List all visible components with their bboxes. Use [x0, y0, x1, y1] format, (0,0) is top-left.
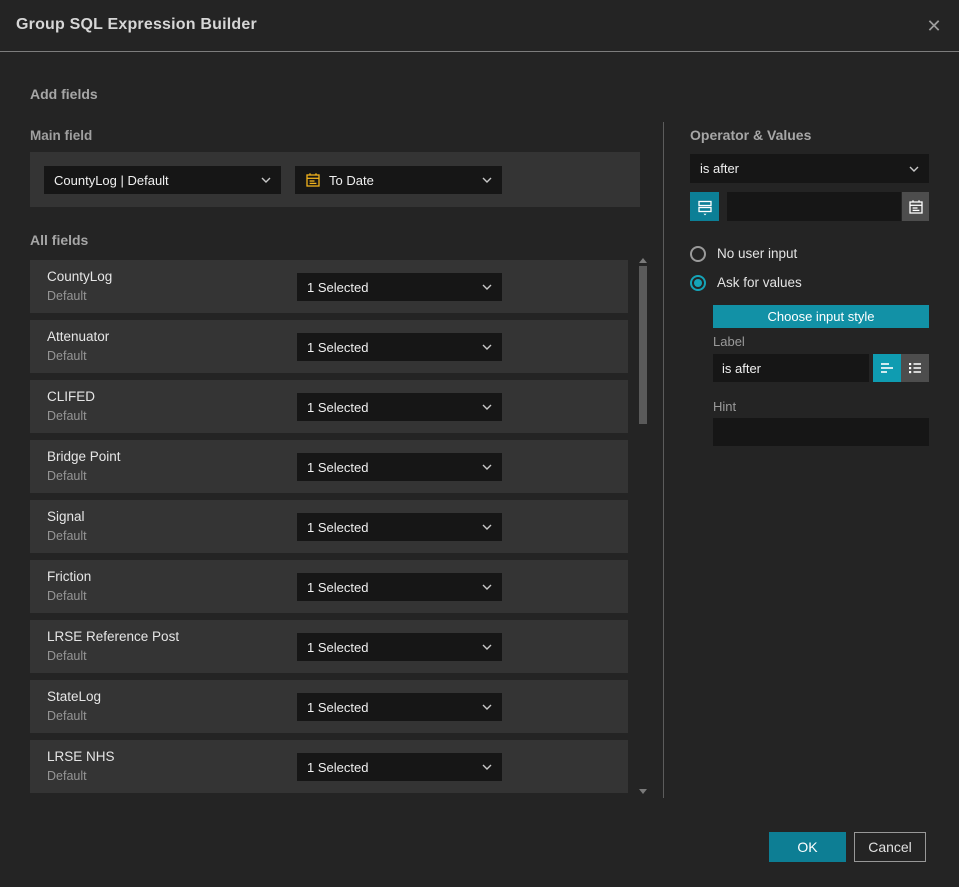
field-subtitle: Default — [47, 289, 87, 303]
chevron-down-icon — [482, 524, 492, 530]
field-row: CountyLog Default 1 Selected — [30, 260, 628, 313]
align-left-icon[interactable] — [873, 354, 901, 382]
field-selected-dropdown[interactable]: 1 Selected — [297, 693, 502, 721]
close-icon[interactable]: ✕ — [921, 13, 947, 39]
field-selected-dropdown[interactable]: 1 Selected — [297, 453, 502, 481]
all-fields-list: CountyLog Default 1 Selected Attenuator … — [30, 260, 628, 800]
main-field-panel: CountyLog | Default To Date — [30, 152, 640, 207]
field-subtitle: Default — [47, 469, 87, 483]
field-selected-count: 1 Selected — [307, 459, 369, 475]
field-subtitle: Default — [47, 709, 87, 723]
field-row: Friction Default 1 Selected — [30, 560, 628, 613]
radio-icon[interactable] — [690, 274, 706, 291]
scroll-down-arrow-icon[interactable] — [639, 789, 647, 794]
main-field-select-value: CountyLog | Default — [54, 172, 169, 188]
field-name: LRSE NHS — [47, 749, 115, 764]
chevron-down-icon — [482, 177, 492, 183]
field-name: CountyLog — [47, 269, 113, 284]
field-selected-count: 1 Selected — [307, 699, 369, 715]
radio-ask-for-values[interactable]: Ask for values — [690, 274, 802, 291]
list-scrollbar[interactable] — [636, 256, 650, 796]
label-input[interactable] — [713, 354, 869, 382]
chevron-down-icon — [482, 764, 492, 770]
field-selected-dropdown[interactable]: 1 Selected — [297, 573, 502, 601]
field-row: Attenuator Default 1 Selected — [30, 320, 628, 373]
field-selected-count: 1 Selected — [307, 639, 369, 655]
ok-button[interactable]: OK — [769, 832, 846, 862]
choose-input-style-button[interactable]: Choose input style — [713, 305, 929, 328]
field-selected-count: 1 Selected — [307, 339, 369, 355]
field-selected-count: 1 Selected — [307, 519, 369, 535]
field-selected-dropdown[interactable]: 1 Selected — [297, 753, 502, 781]
field-subtitle: Default — [47, 529, 87, 543]
field-selected-count: 1 Selected — [307, 279, 369, 295]
main-field-date-select[interactable]: To Date — [295, 166, 502, 194]
chevron-down-icon — [482, 404, 492, 410]
field-selected-dropdown[interactable]: 1 Selected — [297, 273, 502, 301]
field-row: CLIFED Default 1 Selected — [30, 380, 628, 433]
group-sql-expression-builder-dialog: { "window": { "title": "Group SQL Expres… — [0, 0, 959, 887]
field-selected-count: 1 Selected — [307, 399, 369, 415]
field-row: LRSE Reference Post Default 1 Selected — [30, 620, 628, 673]
main-field-label: Main field — [30, 128, 93, 143]
hint-input[interactable] — [713, 418, 929, 446]
field-row: Bridge Point Default 1 Selected — [30, 440, 628, 493]
label-caption: Label — [713, 334, 745, 349]
field-row: LRSE NHS Default 1 Selected — [30, 740, 628, 793]
radio-icon[interactable] — [690, 245, 706, 262]
radio-ask-for-values-label: Ask for values — [717, 275, 802, 290]
field-subtitle: Default — [47, 409, 87, 423]
scrollbar-thumb[interactable] — [639, 266, 647, 424]
main-field-date-select-value: To Date — [329, 172, 374, 188]
chevron-down-icon — [482, 644, 492, 650]
value-input[interactable] — [727, 192, 901, 221]
field-row: StateLog Default 1 Selected — [30, 680, 628, 733]
radio-no-user-input-label: No user input — [717, 246, 798, 261]
chevron-down-icon — [261, 177, 271, 183]
add-fields-heading: Add fields — [30, 86, 98, 102]
field-name: StateLog — [47, 689, 102, 704]
chevron-down-icon — [482, 344, 492, 350]
field-name: CLIFED — [47, 389, 96, 404]
hint-caption: Hint — [713, 399, 737, 414]
chevron-down-icon — [482, 584, 492, 590]
field-selected-count: 1 Selected — [307, 579, 369, 595]
operator-select-value: is after — [700, 161, 740, 176]
panel-divider — [663, 122, 664, 798]
chevron-down-icon — [482, 284, 492, 290]
bullet-list-icon[interactable] — [901, 354, 929, 382]
input-style-icon[interactable] — [690, 192, 719, 221]
field-selected-dropdown[interactable]: 1 Selected — [297, 633, 502, 661]
dialog-title: Group SQL Expression Builder — [16, 16, 257, 33]
chevron-down-icon — [482, 464, 492, 470]
operator-select[interactable]: is after — [690, 154, 929, 183]
field-selected-dropdown[interactable]: 1 Selected — [297, 393, 502, 421]
scroll-up-arrow-icon[interactable] — [639, 258, 647, 263]
chevron-down-icon — [482, 704, 492, 710]
field-subtitle: Default — [47, 349, 87, 363]
field-selected-dropdown[interactable]: 1 Selected — [297, 333, 502, 361]
all-fields-heading: All fields — [30, 232, 89, 248]
field-subtitle: Default — [47, 769, 87, 783]
field-name: Signal — [47, 509, 85, 524]
operator-values-heading: Operator & Values — [690, 127, 812, 143]
field-subtitle: Default — [47, 589, 87, 603]
field-name: Bridge Point — [47, 449, 121, 464]
field-subtitle: Default — [47, 649, 87, 663]
main-field-select[interactable]: CountyLog | Default — [44, 166, 281, 194]
field-name: LRSE Reference Post — [47, 629, 180, 644]
cancel-button[interactable]: Cancel — [854, 832, 926, 862]
calendar-icon[interactable] — [902, 192, 929, 221]
calendar-icon — [305, 172, 321, 188]
radio-no-user-input[interactable]: No user input — [690, 245, 797, 262]
field-row: Signal Default 1 Selected — [30, 500, 628, 553]
chevron-down-icon — [909, 166, 919, 172]
field-name: Friction — [47, 569, 92, 584]
field-selected-dropdown[interactable]: 1 Selected — [297, 513, 502, 541]
field-name: Attenuator — [47, 329, 110, 344]
title-bar: Group SQL Expression Builder ✕ — [0, 0, 959, 52]
field-selected-count: 1 Selected — [307, 759, 369, 775]
